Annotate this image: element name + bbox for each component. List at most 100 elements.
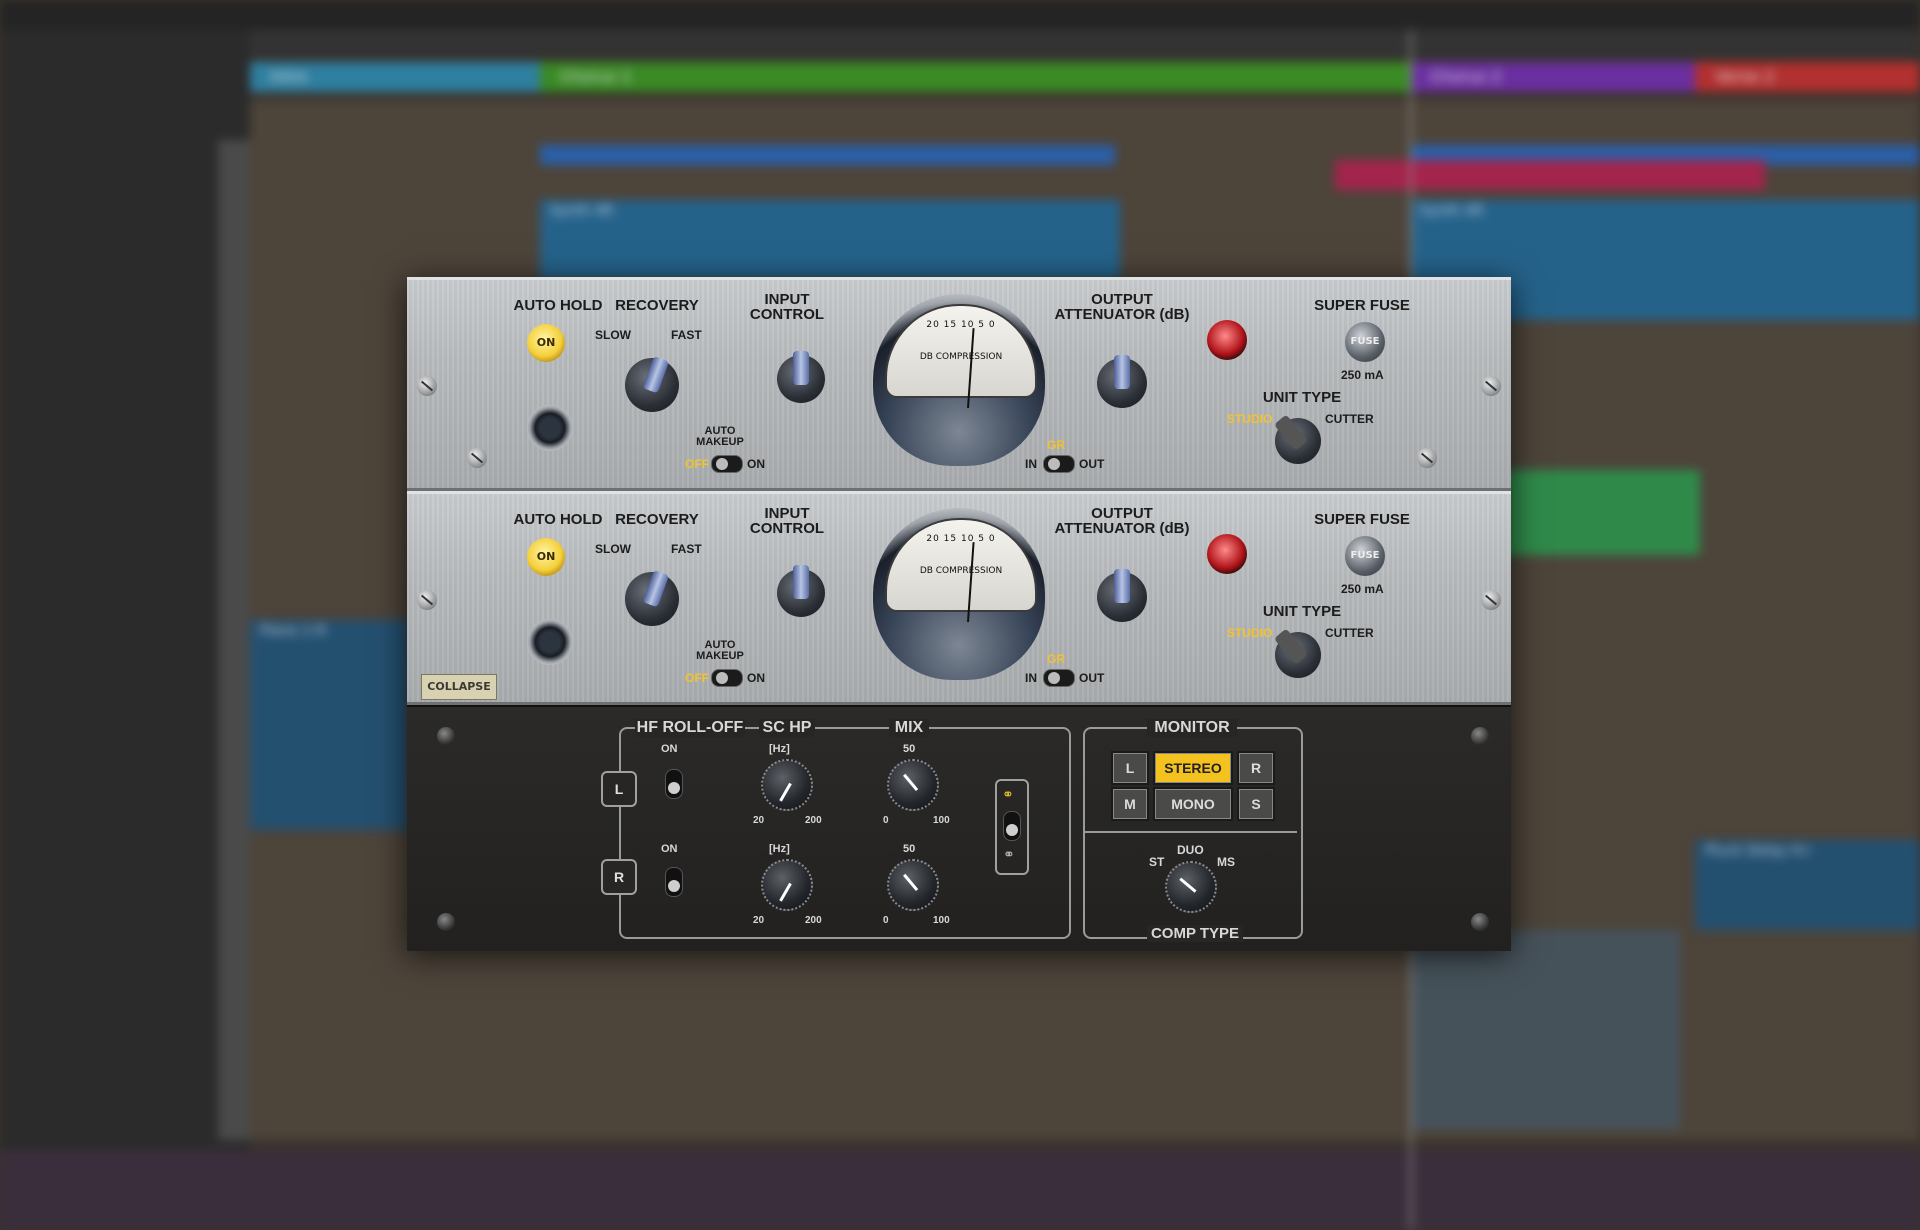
region-chorus2-label: Chorus 2: [1430, 67, 1502, 86]
meter-out-label: OUT: [1079, 671, 1105, 685]
recovery-slow-label: SLOW: [595, 328, 631, 342]
auto-hold-label: AUTO HOLD: [513, 297, 603, 314]
rack-unit-bottom: AUTO HOLD ON COLLAPSE RECOVERY SLOW FAST…: [407, 491, 1511, 705]
monitor-r-button[interactable]: R: [1237, 751, 1275, 785]
sc-hp-r-knob[interactable]: [761, 859, 813, 911]
super-fuse-label: SUPER FUSE: [1314, 511, 1410, 528]
compressor-plugin-window: AUTO HOLD ON RECOVERY SLOW FAST INPUT CO…: [407, 277, 1511, 951]
recovery-knob[interactable]: [625, 355, 679, 412]
fuse-value-label: 250 mA: [1341, 582, 1384, 596]
fuse-indicator-led: [1207, 320, 1247, 360]
monitor-stereo-button[interactable]: STEREO: [1153, 751, 1233, 785]
clip-pluck-label: Pluck Delay 4+: [1705, 843, 1812, 859]
hf-rolloff-l-on-label: ON: [661, 743, 678, 755]
clip-synth-1: Synth 4R: [540, 200, 1120, 280]
auto-hold-led-button[interactable]: ON: [527, 538, 565, 576]
unit-type-knob[interactable]: [1273, 414, 1321, 464]
screw-icon: [1481, 590, 1501, 610]
unit-type-studio-label: STUDIO: [1227, 412, 1273, 426]
meter-out-label: OUT: [1079, 457, 1105, 471]
meter-in-out-toggle[interactable]: [1043, 455, 1075, 473]
sc-hp-r-hz-label: [Hz]: [769, 843, 790, 855]
monitor-label: MONITOR: [1147, 719, 1237, 737]
meter-in-label: IN: [1025, 671, 1037, 685]
clip-piano-label: Piano 1-R: [260, 623, 327, 639]
rack-unit-top: AUTO HOLD ON RECOVERY SLOW FAST INPUT CO…: [407, 277, 1511, 491]
input-control-knob[interactable]: [777, 351, 825, 403]
comp-type-label: COMP TYPE: [1147, 925, 1243, 942]
auto-makeup-on-label: ON: [747, 457, 765, 471]
meter-in-out-toggle[interactable]: [1043, 669, 1075, 687]
screw-icon: [1471, 727, 1489, 745]
collapse-button[interactable]: COLLAPSE: [421, 674, 497, 700]
auto-makeup-off-label: OFF: [685, 457, 709, 471]
fuse-indicator-led: [1207, 534, 1247, 574]
comp-type-knob[interactable]: [1165, 861, 1217, 913]
auto-hold-push-button[interactable]: [527, 405, 573, 451]
auto-hold-led-button[interactable]: ON: [527, 324, 565, 362]
super-fuse-button[interactable]: FUSE: [1345, 322, 1385, 362]
output-attenuator-label: OUTPUT ATTENUATOR (dB): [1054, 291, 1190, 323]
auto-makeup-label: AUTO MAKEUP: [696, 425, 744, 448]
compression-meter: 20 15 10 5 0 DB COMPRESSION: [873, 508, 1045, 680]
track-color-strip: [218, 140, 250, 1140]
mix-l-min-label: 0: [883, 815, 889, 826]
screw-icon: [1481, 376, 1501, 396]
input-control-label: INPUT CONTROL: [749, 291, 825, 323]
clip-piano: Piano 1-R: [250, 620, 410, 830]
region-verse2: Verse 2: [1695, 62, 1920, 92]
input-control-knob[interactable]: [777, 565, 825, 617]
recovery-label: RECOVERY: [615, 297, 699, 314]
clip-green: [1500, 470, 1700, 555]
output-attenuator-knob[interactable]: [1097, 355, 1147, 408]
monitor-m-button[interactable]: M: [1111, 787, 1149, 821]
meter-needle: [967, 328, 975, 409]
screw-icon: [437, 913, 455, 931]
sc-hp-l-hz-label: [Hz]: [769, 743, 790, 755]
recovery-fast-label: FAST: [671, 328, 702, 342]
screw-icon: [437, 727, 455, 745]
comp-type-st-label: ST: [1149, 855, 1165, 869]
compression-meter: 20 15 10 5 0 DB COMPRESSION: [873, 294, 1045, 466]
hf-rolloff-r-switch[interactable]: [665, 867, 683, 897]
mix-r-min-label: 0: [883, 915, 889, 926]
gr-label: GR: [1047, 652, 1065, 666]
clip-synth-2-label: Synth 4R: [1420, 203, 1484, 219]
sc-hp-r-min-label: 20: [753, 915, 765, 926]
mix-r-max-label: 100: [933, 915, 950, 926]
mix-r-knob[interactable]: [887, 859, 939, 911]
monitor-s-button[interactable]: S: [1237, 787, 1275, 821]
clip-synth-1-label: Synth 4R: [550, 203, 614, 219]
link-switch[interactable]: [1003, 811, 1021, 841]
hf-rolloff-r-on-label: ON: [661, 843, 678, 855]
screw-icon: [1417, 448, 1437, 468]
super-fuse-button[interactable]: FUSE: [1345, 536, 1385, 576]
unlink-icon: ⚭: [1003, 847, 1015, 863]
hf-rolloff-l-switch[interactable]: [665, 769, 683, 799]
monitor-mono-button[interactable]: MONO: [1153, 787, 1233, 821]
auto-makeup-toggle[interactable]: [711, 669, 743, 687]
super-fuse-label: SUPER FUSE: [1314, 297, 1410, 314]
meter-title: DB COMPRESSION: [919, 352, 1003, 362]
auto-makeup-on-label: ON: [747, 671, 765, 685]
sc-hp-label: SC HP: [759, 719, 815, 737]
sc-hp-l-knob[interactable]: [761, 759, 813, 811]
unit-type-knob[interactable]: [1273, 628, 1321, 678]
output-attenuator-knob[interactable]: [1097, 569, 1147, 622]
track-header-panel: [0, 30, 250, 1230]
monitor-l-button[interactable]: L: [1111, 751, 1149, 785]
unit-type-label: UNIT TYPE: [1262, 603, 1342, 620]
recovery-knob[interactable]: [625, 569, 679, 626]
sc-hp-l-min-label: 20: [753, 815, 765, 826]
lane-red: [1335, 160, 1765, 190]
unit-type-cutter-label: CUTTER: [1325, 412, 1374, 426]
auto-makeup-toggle[interactable]: [711, 455, 743, 473]
mix-l-knob[interactable]: [887, 759, 939, 811]
recovery-fast-label: FAST: [671, 542, 702, 556]
mix-r-top-label: 50: [903, 843, 916, 855]
control-bar: HF ROLL-OFF SC HP MIX L R ON ON [Hz] 20 …: [407, 705, 1511, 951]
mix-label: MIX: [889, 719, 929, 737]
link-switch-frame: ⚭ ⚭: [995, 779, 1029, 875]
region-chorus1-label: Chorus 1: [560, 67, 632, 86]
auto-hold-push-button[interactable]: [527, 619, 573, 665]
